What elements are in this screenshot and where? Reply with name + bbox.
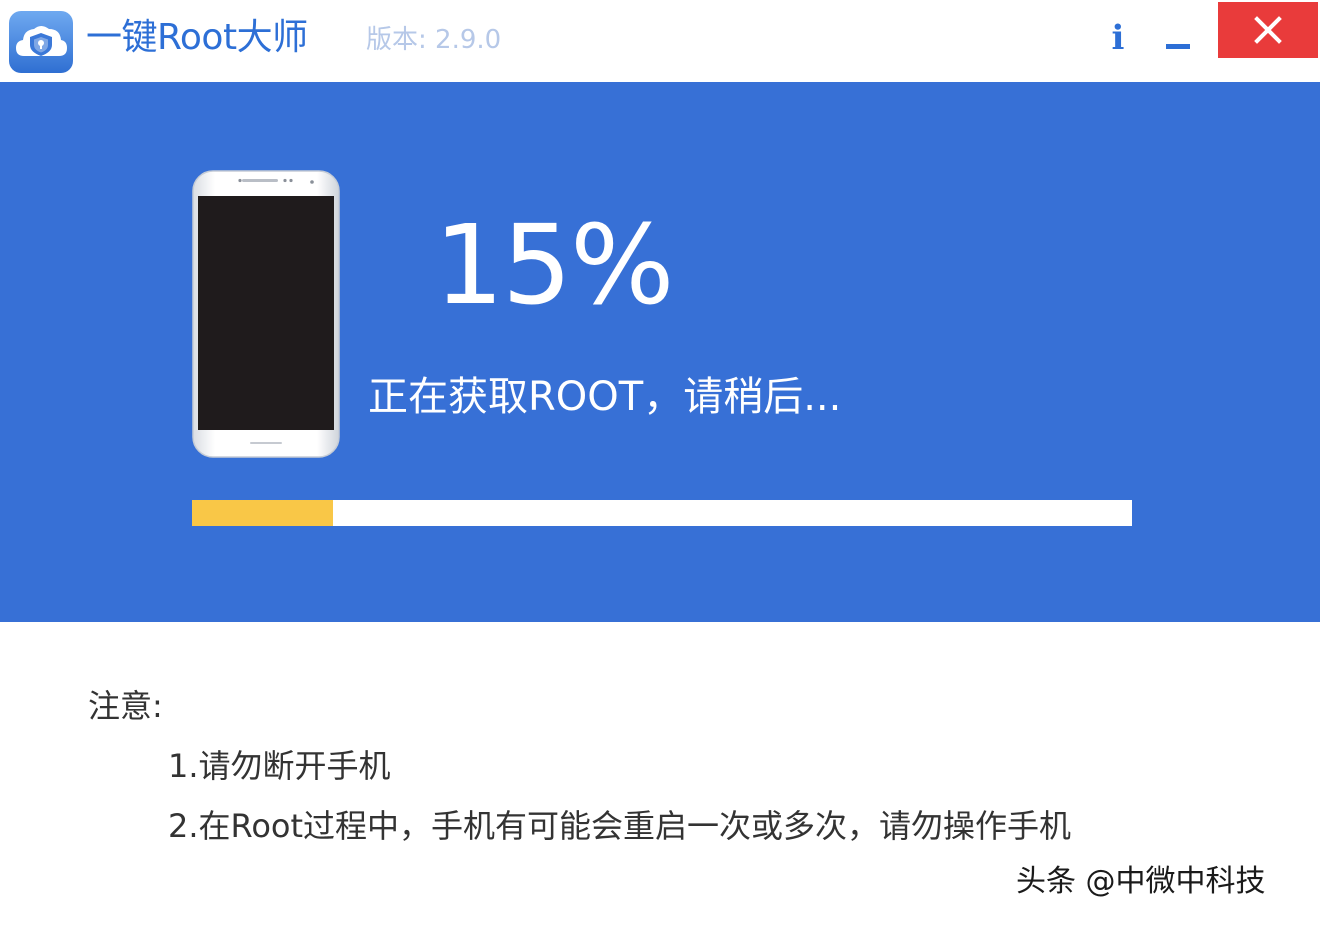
progress-panel: 15% 正在获取ROOT，请稍后... (0, 82, 1320, 622)
info-icon: i (1111, 18, 1125, 58)
note-item: 2.在Root过程中，手机有可能会重启一次或多次，请勿操作手机 (168, 807, 1072, 845)
info-button[interactable]: i (1100, 16, 1136, 60)
close-icon (1254, 16, 1282, 44)
progress-bar-fill (192, 500, 333, 526)
minimize-button[interactable] (1158, 20, 1198, 60)
version-label: 版本: 2.9.0 (366, 25, 502, 55)
app-title: 一键Root大师 (86, 17, 308, 58)
progress-bar (192, 500, 1132, 526)
phone-icon (192, 170, 340, 458)
note-item: 1.请勿断开手机 (168, 747, 391, 785)
cloud-shield-logo-icon (8, 10, 74, 74)
notes-title: 注意: (88, 687, 163, 725)
watermark: 头条 @中微中科技 (1016, 864, 1266, 899)
app-window: 一键Root大师 版本: 2.9.0 i 15% 正在获取ROOT，请稍后...… (0, 0, 1320, 926)
title-bar[interactable]: 一键Root大师 版本: 2.9.0 i (0, 0, 1320, 82)
minimize-icon (1166, 44, 1190, 49)
status-text: 正在获取ROOT，请稍后... (368, 374, 842, 420)
progress-percent: 15% (434, 201, 674, 329)
close-button[interactable] (1218, 2, 1318, 58)
